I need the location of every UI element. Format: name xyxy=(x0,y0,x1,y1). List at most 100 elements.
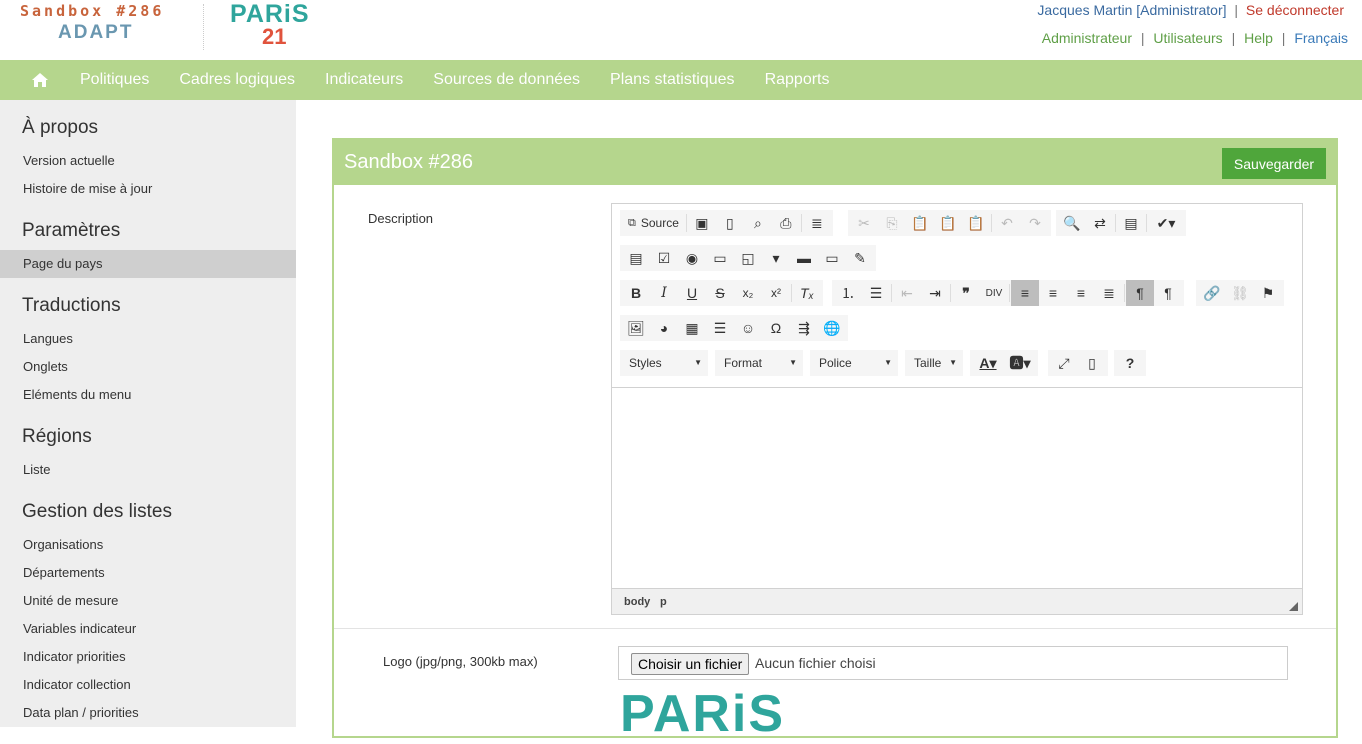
size-select[interactable]: Taille ▼ xyxy=(905,350,963,376)
align-right-icon[interactable]: ≡ xyxy=(1067,280,1095,306)
superscript-icon[interactable]: x² xyxy=(762,280,790,306)
format-select[interactable]: Format ▼ xyxy=(715,350,803,376)
indent-icon[interactable]: ⇥ xyxy=(921,280,949,306)
spellcheck-icon[interactable]: ✔▾ xyxy=(1148,210,1184,236)
sidebar-item-variables-indicateur[interactable]: Variables indicateur xyxy=(0,615,296,643)
strikethrough-icon[interactable]: S xyxy=(706,280,734,306)
templates-icon[interactable]: ≣ xyxy=(803,210,831,236)
paris21-logo-number[interactable]: 21 xyxy=(262,24,286,50)
nav-item-sources-donnees[interactable]: Sources de données xyxy=(433,71,580,89)
nav-item-cadres-logiques[interactable]: Cadres logiques xyxy=(179,71,295,89)
replace-icon[interactable]: ⇄ xyxy=(1086,210,1114,236)
undo-icon[interactable]: ↶ xyxy=(993,210,1021,236)
anchor-flag-icon[interactable]: ⚑ xyxy=(1254,280,1282,306)
editor-content-area[interactable] xyxy=(612,387,1302,587)
save-button[interactable]: Sauvegarder xyxy=(1222,148,1326,179)
text-color-icon[interactable]: A▾ xyxy=(972,350,1004,376)
sidebar-item-indicator-priorities[interactable]: Indicator priorities xyxy=(0,643,296,671)
paste-text-icon[interactable]: 📋 xyxy=(934,210,962,236)
resize-handle-icon[interactable] xyxy=(1289,602,1298,611)
unlink-icon[interactable]: ⛓ xyxy=(1226,280,1254,306)
logout-link[interactable]: Se déconnecter xyxy=(1246,2,1344,18)
special-char-icon[interactable]: Ω xyxy=(762,315,790,341)
bold-icon[interactable]: B xyxy=(622,280,650,306)
underline-icon[interactable]: U xyxy=(678,280,706,306)
find-icon[interactable]: 🔍 xyxy=(1058,210,1086,236)
smiley-icon[interactable]: ☺ xyxy=(734,315,762,341)
copy-icon[interactable]: ⎘ xyxy=(878,210,906,236)
sidebar-item-departements[interactable]: Départements xyxy=(0,559,296,587)
image-icon[interactable]: 🖼 xyxy=(622,315,650,341)
sidebar-item-elements-menu[interactable]: Eléments du menu xyxy=(0,381,296,409)
rtl-icon[interactable]: ¶ xyxy=(1154,280,1182,306)
language-link[interactable]: Français xyxy=(1294,30,1348,46)
select-all-icon[interactable]: ▤ xyxy=(1117,210,1145,236)
admin-link[interactable]: Administrateur xyxy=(1042,30,1132,46)
italic-icon[interactable]: I xyxy=(650,280,678,306)
horizontal-rule-icon[interactable]: ☰ xyxy=(706,315,734,341)
ltr-icon[interactable]: ¶ xyxy=(1126,280,1154,306)
button-field-icon[interactable]: ▬ xyxy=(790,245,818,271)
brand-sandbox[interactable]: Sandbox #286 xyxy=(20,2,164,20)
cut-icon[interactable]: ✂ xyxy=(850,210,878,236)
users-link[interactable]: Utilisateurs xyxy=(1153,30,1222,46)
sidebar-item-onglets[interactable]: Onglets xyxy=(0,353,296,381)
new-page-icon[interactable]: ▯ xyxy=(716,210,744,236)
textarea-icon[interactable]: ◱ xyxy=(734,245,762,271)
user-name-link[interactable]: Jacques Martin [Administrator] xyxy=(1037,2,1226,18)
sidebar-item-data-plan[interactable]: Data plan / priorities xyxy=(0,699,296,727)
redo-icon[interactable]: ↷ xyxy=(1021,210,1049,236)
image-button-icon[interactable]: ▭ xyxy=(818,245,846,271)
bulleted-list-icon[interactable]: ☰ xyxy=(862,280,890,306)
blockquote-icon[interactable]: ❞ xyxy=(952,280,980,306)
sidebar-item-page-du-pays[interactable]: Page du pays xyxy=(0,250,296,278)
checkbox-icon[interactable]: ☑ xyxy=(650,245,678,271)
save-doc-icon[interactable]: ▣ xyxy=(688,210,716,236)
bg-color-icon[interactable]: 🅰▾ xyxy=(1004,350,1036,376)
styles-select[interactable]: Styles ▼ xyxy=(620,350,708,376)
path-body[interactable]: body xyxy=(624,596,650,608)
sidebar-item-unite-mesure[interactable]: Unité de mesure xyxy=(0,587,296,615)
nav-item-politiques[interactable]: Politiques xyxy=(80,71,149,89)
numbered-list-icon[interactable]: ⒈ xyxy=(834,280,862,306)
nav-item-rapports[interactable]: Rapports xyxy=(765,71,830,89)
table-icon[interactable]: ▦ xyxy=(678,315,706,341)
nav-home-button[interactable] xyxy=(0,60,80,100)
flash-icon[interactable]: ◕ xyxy=(650,315,678,341)
paste-word-icon[interactable]: 📋 xyxy=(962,210,990,236)
sidebar-item-histoire[interactable]: Histoire de mise à jour xyxy=(0,175,296,203)
path-p[interactable]: p xyxy=(660,596,667,608)
form-icon[interactable]: ▤ xyxy=(622,245,650,271)
sidebar-item-version-actuelle[interactable]: Version actuelle xyxy=(0,147,296,175)
div-container-icon[interactable]: DIV xyxy=(980,280,1008,306)
paste-icon[interactable]: 📋 xyxy=(906,210,934,236)
subscript-icon[interactable]: x₂ xyxy=(734,280,762,306)
radio-icon[interactable]: ◉ xyxy=(678,245,706,271)
remove-format-icon[interactable]: Tₓ xyxy=(793,280,821,306)
sidebar-item-liste[interactable]: Liste xyxy=(0,456,296,484)
preview-icon[interactable]: ⌕ xyxy=(744,210,772,236)
select-field-icon[interactable]: ▾ xyxy=(762,245,790,271)
source-button[interactable]: ⧉ Source xyxy=(622,210,685,236)
print-icon[interactable]: ⎙ xyxy=(772,210,800,236)
maximize-icon[interactable]: ⤢ xyxy=(1050,350,1078,376)
sidebar-item-indicator-collection[interactable]: Indicator collection xyxy=(0,671,296,699)
nav-item-plans-statistiques[interactable]: Plans statistiques xyxy=(610,71,735,89)
align-center-icon[interactable]: ≡ xyxy=(1039,280,1067,306)
help-link[interactable]: Help xyxy=(1244,30,1273,46)
page-break-icon[interactable]: ⇶ xyxy=(790,315,818,341)
nav-item-indicateurs[interactable]: Indicateurs xyxy=(325,71,403,89)
align-left-icon[interactable]: ≡ xyxy=(1011,280,1039,306)
iframe-globe-icon[interactable]: 🌐 xyxy=(818,315,846,341)
show-blocks-icon[interactable]: ▯ xyxy=(1078,350,1106,376)
hidden-field-icon[interactable]: ✎ xyxy=(846,245,874,271)
brand-adapt[interactable]: ADAPT xyxy=(58,22,133,44)
help-icon[interactable]: ? xyxy=(1116,350,1144,376)
link-icon[interactable]: 🔗 xyxy=(1198,280,1226,306)
outdent-icon[interactable]: ⇤ xyxy=(893,280,921,306)
font-select[interactable]: Police ▼ xyxy=(810,350,898,376)
sidebar-item-langues[interactable]: Langues xyxy=(0,325,296,353)
sidebar-item-organisations[interactable]: Organisations xyxy=(0,531,296,559)
choose-file-button[interactable]: Choisir un fichier xyxy=(631,653,750,675)
justify-icon[interactable]: ≣ xyxy=(1095,280,1123,306)
